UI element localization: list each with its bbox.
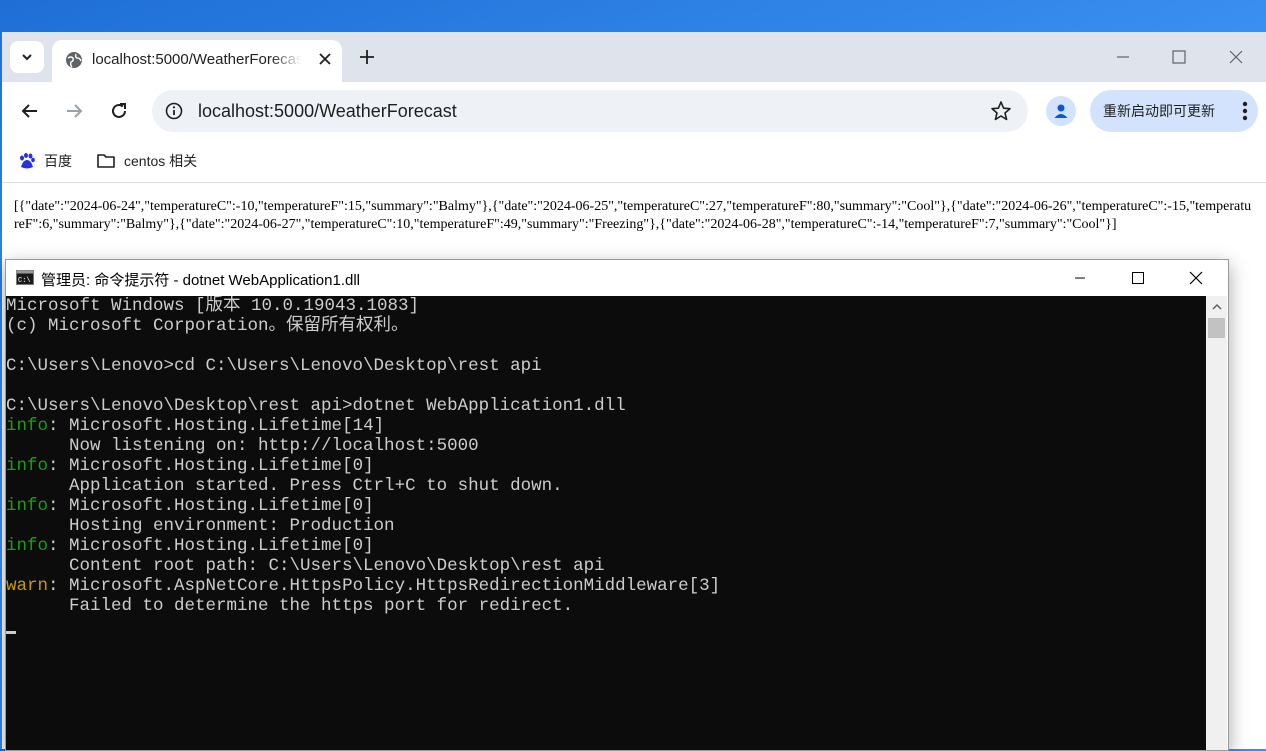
tab-close-button[interactable] <box>314 48 336 70</box>
cmd-window-title: 管理员: 命令提示符 - dotnet WebApplication1.dll <box>41 272 361 289</box>
log-source: : Microsoft.Hosting.Lifetime[14] <box>48 416 385 436</box>
cmd-close-button[interactable] <box>1173 264 1219 292</box>
close-icon <box>1189 271 1203 285</box>
new-tab-button[interactable] <box>356 46 378 68</box>
log-message: Now listening on: http://localhost:5000 <box>6 436 479 456</box>
minimize-button[interactable] <box>1108 44 1138 70</box>
star-icon <box>991 101 1011 121</box>
log-level-info: info <box>6 536 49 556</box>
tab-weather-forecast[interactable]: localhost:5000/WeatherForecast <box>52 40 342 82</box>
log-level-info: info <box>6 496 49 516</box>
close-icon <box>319 53 331 65</box>
log-message: Application started. Press Ctrl+C to shu… <box>6 476 563 496</box>
address-url: localhost:5000/WeatherForecast <box>198 101 457 121</box>
cmd-maximize-button[interactable] <box>1115 264 1161 292</box>
cmd-icon: C:\ <box>16 270 34 285</box>
maximize-button[interactable] <box>1164 44 1194 70</box>
console-line: C:\Users\Lenovo>cd C:\Users\Lenovo\Deskt… <box>6 356 542 376</box>
svg-text:C:\: C:\ <box>18 277 31 285</box>
console-line: C:\Users\Lenovo\Desktop\rest api>dotnet … <box>6 396 626 416</box>
log-level-info: info <box>6 456 49 476</box>
bookmark-baidu[interactable]: 百度 <box>18 149 72 173</box>
console-line: Microsoft Windows [版本 10.0.19043.1083] <box>6 296 420 316</box>
maximize-icon <box>1172 50 1186 64</box>
reload-icon <box>112 103 126 118</box>
tab-search-button[interactable] <box>10 41 44 73</box>
console-scrollbar[interactable] <box>1206 296 1227 750</box>
forward-button[interactable] <box>59 96 89 126</box>
update-button-label: 重新启动即可更新 <box>1103 103 1215 119</box>
globe-icon <box>66 52 82 68</box>
tab-strip: localhost:5000/WeatherForecast <box>2 32 1266 82</box>
maximize-icon <box>1132 272 1144 284</box>
minimize-icon <box>1117 56 1129 58</box>
log-message: Hosting environment: Production <box>6 516 395 536</box>
folder-icon <box>97 154 115 168</box>
tab-title: localhost:5000/WeatherForecast <box>92 51 302 68</box>
minimize-icon <box>1075 277 1085 279</box>
console-text: Microsoft Windows [版本 10.0.19043.1083] (… <box>6 296 720 636</box>
back-button[interactable] <box>15 96 45 126</box>
log-message: Content root path: C:\Users\Lenovo\Deskt… <box>6 556 605 576</box>
console-line: (c) Microsoft Corporation。保留所有权利。 <box>6 316 409 336</box>
scroll-up-button[interactable] <box>1206 298 1227 316</box>
log-source: : Microsoft.Hosting.Lifetime[0] <box>48 536 374 556</box>
cmd-minimize-button[interactable] <box>1057 264 1103 292</box>
site-info-button[interactable] <box>162 99 186 123</box>
bookmark-label: centos 相关 <box>124 153 198 169</box>
window-close-button[interactable] <box>1221 44 1251 70</box>
address-bar[interactable]: localhost:5000/WeatherForecast <box>152 90 1028 132</box>
chevron-down-icon <box>22 54 32 61</box>
log-source: : Microsoft.Hosting.Lifetime[0] <box>48 456 374 476</box>
arrow-right-icon <box>67 104 83 118</box>
log-source: : Microsoft.AspNetCore.HttpsPolicy.Https… <box>48 576 721 596</box>
avatar-icon <box>1054 104 1068 118</box>
log-level-info: info <box>6 416 49 436</box>
profile-button[interactable] <box>1046 96 1076 126</box>
bookmark-folder-centos[interactable]: centos 相关 <box>96 149 197 173</box>
reload-button[interactable] <box>104 96 134 126</box>
console-output[interactable]: Microsoft Windows [版本 10.0.19043.1083] (… <box>6 296 1206 750</box>
log-level-warn: warn <box>6 576 49 596</box>
bookmarks-bar: 百度 centos 相关 <box>2 140 1266 183</box>
more-vert-icon <box>1242 101 1248 121</box>
baidu-icon <box>20 153 35 169</box>
cmd-window: C:\ 管理员: 命令提示符 - dotnet WebApplication1.… <box>5 259 1229 751</box>
text-cursor <box>6 631 16 634</box>
bookmark-label: 百度 <box>44 153 72 169</box>
chevron-up-icon <box>1211 303 1222 310</box>
arrow-left-icon <box>21 104 37 118</box>
json-response-text: [{"date":"2024-06-24","temperatureC":-10… <box>14 199 1252 232</box>
plus-icon <box>360 50 374 64</box>
log-message: Failed to determine the https port for r… <box>6 596 574 616</box>
cmd-titlebar[interactable]: C:\ 管理员: 命令提示符 - dotnet WebApplication1.… <box>6 260 1228 296</box>
bookmark-star-button[interactable] <box>990 100 1012 127</box>
scroll-thumb[interactable] <box>1208 318 1225 338</box>
browser-toolbar: localhost:5000/WeatherForecast 重新启动即可更新 <box>2 82 1266 140</box>
close-icon <box>1229 50 1243 64</box>
info-icon <box>165 102 183 120</box>
update-restart-button[interactable]: 重新启动即可更新 <box>1090 90 1258 132</box>
log-source: : Microsoft.Hosting.Lifetime[0] <box>48 496 374 516</box>
